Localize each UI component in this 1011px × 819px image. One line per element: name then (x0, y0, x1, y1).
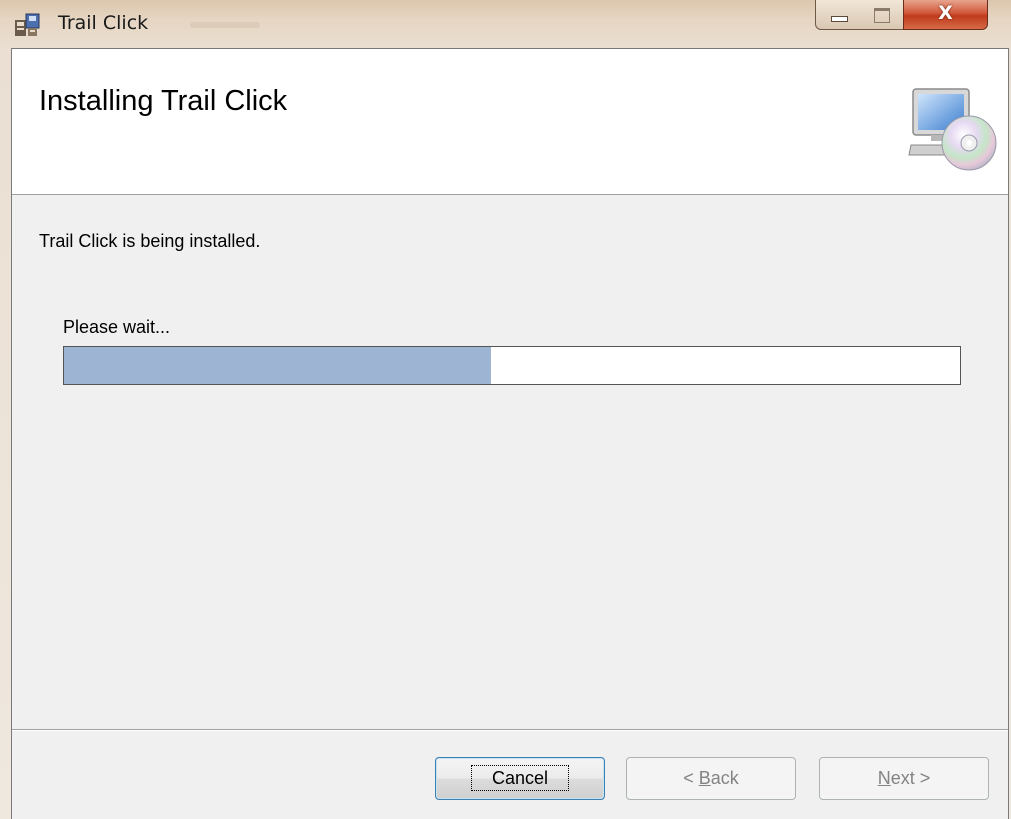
maximize-button[interactable] (860, 0, 904, 30)
minimize-button[interactable] (815, 0, 861, 30)
page-title: Installing Trail Click (39, 85, 288, 117)
close-icon: X (938, 2, 953, 24)
next-mnemonic: N (877, 768, 891, 788)
cancel-button-label: Cancel (470, 765, 570, 791)
back-arrow: < (683, 768, 699, 788)
footer-separator (12, 729, 1008, 731)
title-blur (190, 22, 260, 28)
next-label-rest: ext > (890, 768, 931, 788)
install-progress-bar (63, 346, 961, 385)
title-bar[interactable]: Trail Click X (0, 0, 1011, 48)
header-banner: Installing Trail Click (12, 49, 1008, 195)
window-title: Trail Click (58, 12, 149, 34)
back-mnemonic: B (698, 768, 711, 788)
back-button[interactable]: < Back (626, 757, 796, 800)
computer-cd-icon (908, 88, 997, 171)
please-wait-label: Please wait... (63, 317, 171, 337)
installer-window: Trail Click X Installing Trail Click Tra… (0, 0, 1011, 819)
next-button[interactable]: Next > (819, 757, 989, 800)
back-label-rest: ack (710, 768, 739, 788)
dialog-client-area: Installing Trail Click Trail Click is be… (11, 48, 1009, 819)
cancel-button[interactable]: Cancel (435, 757, 605, 800)
install-status-text: Trail Click is being installed. (39, 231, 261, 251)
progress-fill (64, 347, 492, 384)
installer-app-icon (15, 13, 40, 36)
minimize-icon (831, 16, 848, 22)
close-button[interactable]: X (903, 0, 988, 30)
maximize-icon (874, 8, 890, 23)
